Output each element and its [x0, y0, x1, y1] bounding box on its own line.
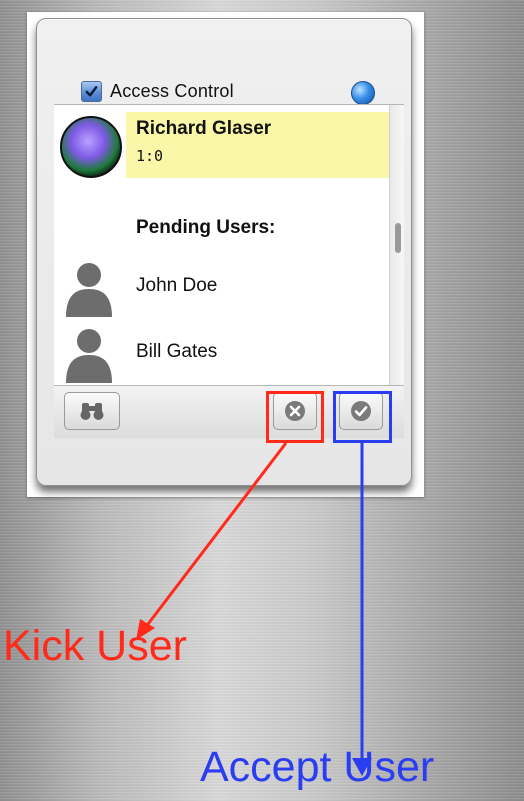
avatar [60, 116, 122, 178]
kick-user-label: Kick User [3, 622, 187, 670]
checkmark-icon [85, 85, 98, 96]
pending-user-name: Bill Gates [136, 341, 218, 362]
binoculars-icon [80, 403, 104, 420]
pending-users-header: Pending Users: [136, 217, 276, 238]
access-control-checkbox[interactable] [81, 80, 102, 102]
current-user-subtitle: 1:0 [136, 147, 164, 165]
scrollbar[interactable] [389, 105, 404, 385]
list-item[interactable]: Bill Gates [54, 321, 384, 383]
kick-highlight-box [266, 391, 324, 443]
scroll-thumb[interactable] [395, 223, 401, 253]
panel-title: Access Control [110, 80, 234, 101]
user-list: Richard Glaser 1:0 Pending Users: John D… [54, 104, 404, 386]
accept-highlight-box [333, 391, 392, 443]
list-item[interactable]: John Doe [54, 255, 384, 317]
pending-user-name: John Doe [136, 275, 218, 296]
person-icon [66, 329, 112, 383]
accept-user-label: Accept User [200, 743, 435, 791]
current-user-name: Richard Glaser [136, 118, 272, 139]
person-icon [66, 263, 112, 317]
search-button[interactable] [64, 392, 120, 430]
globe-icon[interactable] [351, 81, 375, 105]
